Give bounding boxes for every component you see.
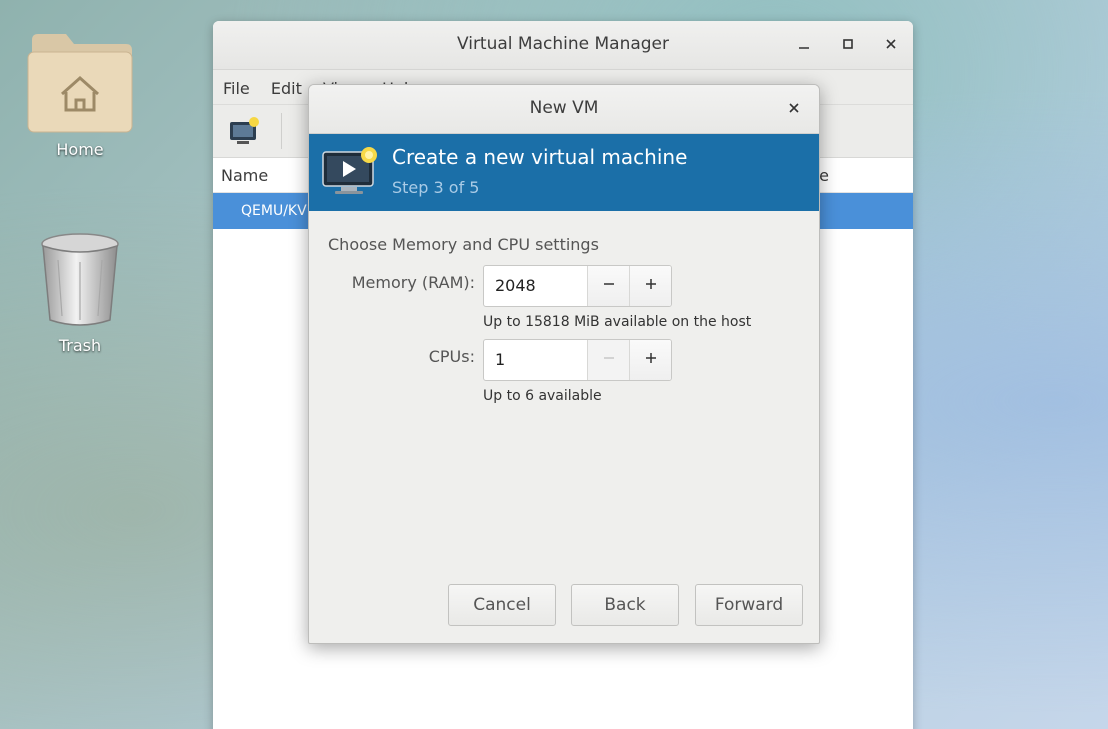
back-button[interactable]: Back bbox=[571, 584, 679, 626]
minimize-icon[interactable] bbox=[793, 33, 815, 55]
close-icon[interactable] bbox=[880, 33, 902, 55]
dialog-close-icon[interactable] bbox=[783, 97, 805, 119]
cpus-decrement-button[interactable] bbox=[588, 340, 629, 380]
dialog-titlebar: New VM bbox=[309, 85, 819, 134]
menu-file[interactable]: File bbox=[213, 70, 256, 98]
wizard-banner: Create a new virtual machine Step 3 of 5 bbox=[309, 134, 819, 211]
forward-button[interactable]: Forward bbox=[695, 584, 803, 626]
dialog-title: New VM bbox=[529, 98, 599, 118]
cpus-increment-button[interactable] bbox=[629, 340, 671, 380]
connection-name: QEMU/KV bbox=[241, 203, 307, 219]
home-folder-icon bbox=[26, 30, 134, 134]
main-titlebar: Virtual Machine Manager bbox=[213, 21, 913, 70]
cpus-spinbutton: 1 bbox=[483, 339, 672, 381]
section-title: Choose Memory and CPU settings bbox=[328, 235, 599, 254]
memory-spinbutton: 2048 bbox=[483, 265, 672, 307]
cancel-button[interactable]: Cancel bbox=[448, 584, 556, 626]
memory-label: Memory (RAM): bbox=[351, 273, 475, 292]
new-vm-icon bbox=[230, 117, 259, 144]
new-vm-toolbar-button[interactable] bbox=[227, 115, 261, 147]
cpus-input[interactable]: 1 bbox=[484, 340, 588, 380]
desktop-icon-label: Home bbox=[56, 140, 104, 159]
desktop-icon-trash[interactable]: Trash bbox=[20, 230, 140, 355]
column-name[interactable]: Name bbox=[221, 166, 268, 185]
new-vm-dialog: New VM Create a new virtual machine Step… bbox=[308, 84, 820, 644]
maximize-icon[interactable] bbox=[837, 33, 859, 55]
new-vm-icon bbox=[321, 146, 379, 198]
cpus-label: CPUs: bbox=[428, 347, 475, 366]
desktop-icon-home[interactable]: Home bbox=[20, 30, 140, 159]
memory-input[interactable]: 2048 bbox=[484, 266, 588, 306]
cpus-hint: Up to 6 available bbox=[483, 388, 602, 404]
wizard-heading: Create a new virtual machine bbox=[392, 145, 688, 169]
memory-decrement-button[interactable] bbox=[588, 266, 629, 306]
memory-hint: Up to 15818 MiB available on the host bbox=[483, 314, 752, 330]
trash-icon bbox=[38, 230, 122, 330]
toolbar-separator bbox=[281, 113, 282, 149]
menu-edit[interactable]: Edit bbox=[261, 70, 308, 98]
desktop-icon-label: Trash bbox=[58, 336, 102, 355]
wizard-step: Step 3 of 5 bbox=[392, 178, 480, 197]
memory-increment-button[interactable] bbox=[629, 266, 671, 306]
